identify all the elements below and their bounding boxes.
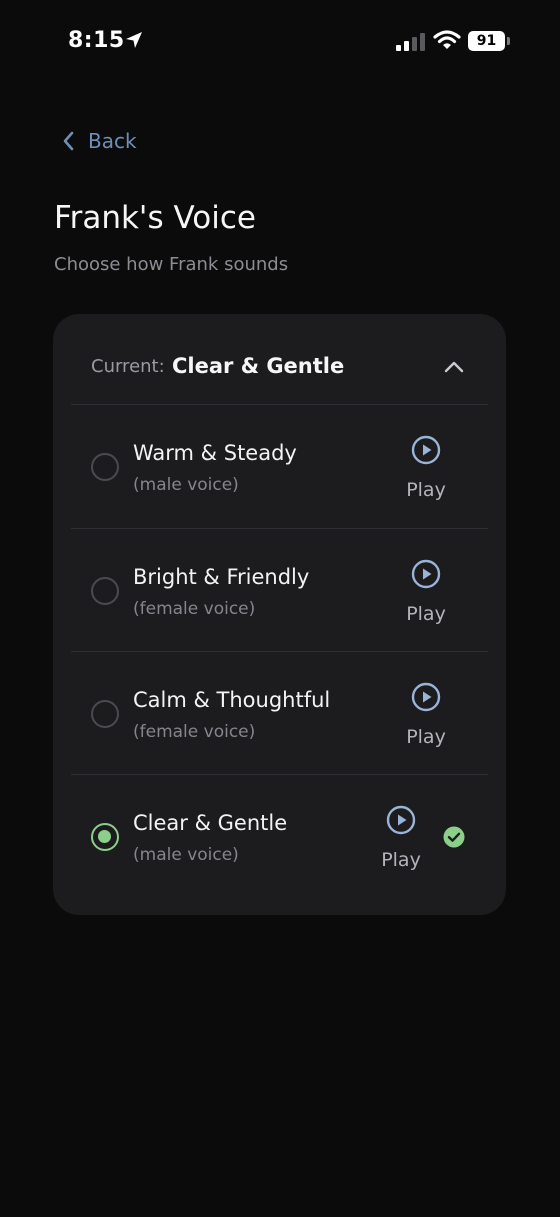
status-bar: 8:15 91 (0, 0, 560, 84)
back-button[interactable]: Back (60, 126, 137, 156)
play-circle-icon (386, 805, 416, 835)
option-name: Clear & Gentle (133, 811, 288, 835)
play-label: Play (406, 726, 446, 748)
location-arrow-icon (126, 32, 142, 48)
chevron-up-icon (444, 361, 464, 373)
voice-option-clear-gentle[interactable]: Clear & Gentle (male voice) Play (53, 775, 506, 897)
radio-selected-dot (98, 830, 111, 843)
voice-option-calm-thoughtful[interactable]: Calm & Thoughtful (female voice) Play (53, 652, 506, 774)
radio-button-selected[interactable] (91, 823, 119, 851)
radio-button[interactable] (91, 577, 119, 605)
option-name: Bright & Friendly (133, 565, 310, 589)
play-circle-icon (411, 435, 441, 465)
back-label: Back (88, 129, 137, 153)
checkmark-icon (443, 826, 465, 848)
battery-cap (507, 37, 510, 45)
radio-button[interactable] (91, 700, 119, 728)
current-label: Current: (91, 356, 165, 377)
radio-button[interactable] (91, 453, 119, 481)
option-description: (male voice) (133, 845, 239, 865)
battery-icon: 91 (468, 31, 512, 51)
option-name: Warm & Steady (133, 441, 297, 465)
battery-level: 91 (468, 31, 505, 51)
play-button[interactable]: Play (396, 682, 456, 752)
option-description: (male voice) (133, 475, 239, 495)
play-button[interactable]: Play (396, 435, 456, 505)
wifi-icon (433, 30, 461, 49)
page-title: Frank's Voice (54, 200, 256, 236)
voice-option-bright-friendly[interactable]: Bright & Friendly (female voice) Play (53, 529, 506, 651)
play-circle-icon (411, 559, 441, 589)
voice-option-warm-steady[interactable]: Warm & Steady (male voice) Play (53, 405, 506, 527)
play-button[interactable]: Play (396, 559, 456, 629)
voice-selection-card: Current: Clear & Gentle Warm & Steady (m… (53, 314, 506, 915)
cellular-signal-icon (396, 33, 425, 51)
page-subtitle: Choose how Frank sounds (54, 254, 289, 275)
play-label: Play (381, 849, 421, 871)
current-value: Clear & Gentle (172, 354, 345, 378)
voice-dropdown-header[interactable]: Current: Clear & Gentle (53, 314, 506, 404)
play-button[interactable]: Play (371, 805, 431, 875)
status-time: 8:15 (68, 28, 125, 53)
option-description: (female voice) (133, 722, 256, 742)
option-name: Calm & Thoughtful (133, 688, 331, 712)
play-circle-icon (411, 682, 441, 712)
play-label: Play (406, 479, 446, 501)
option-description: (female voice) (133, 599, 256, 619)
chevron-left-icon (63, 131, 74, 151)
play-label: Play (406, 603, 446, 625)
